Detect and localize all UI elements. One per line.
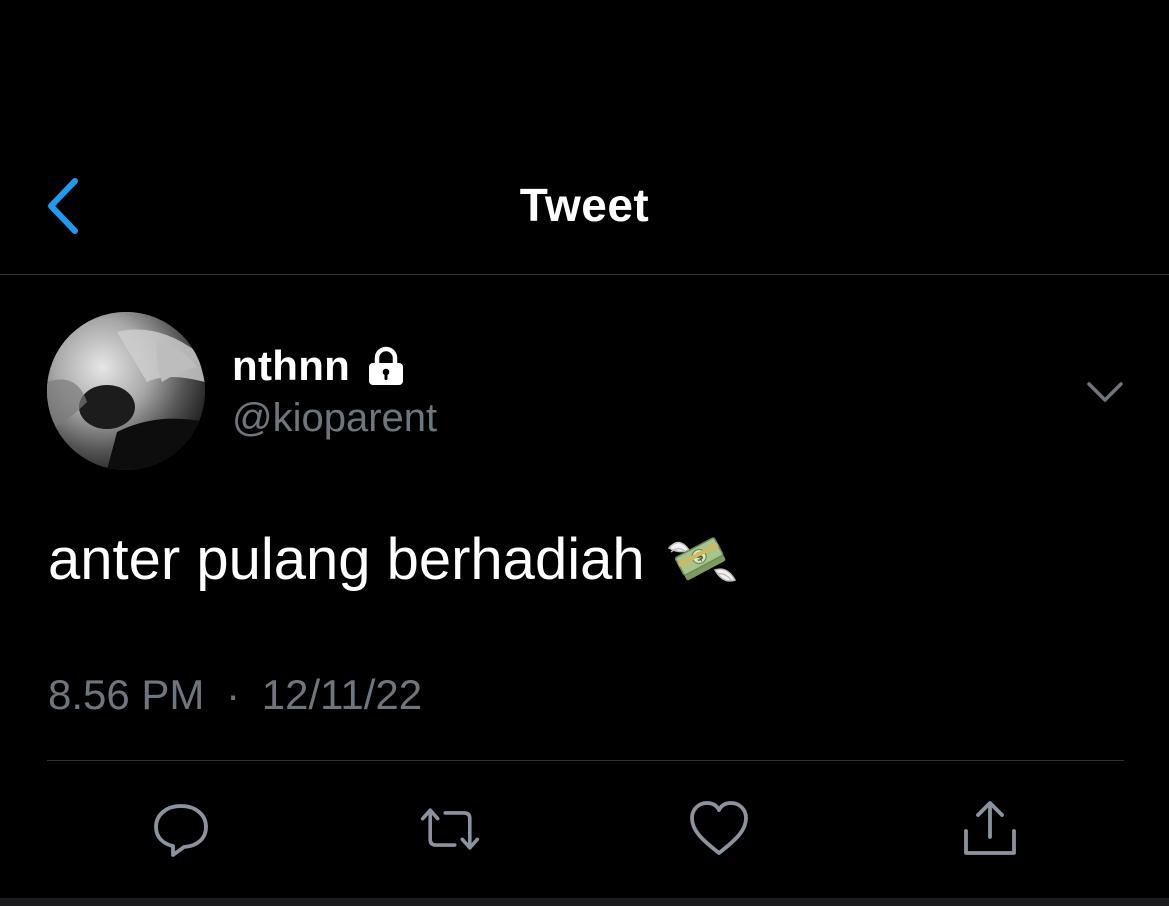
page-title: Tweet [519, 179, 650, 231]
actions-divider [47, 760, 1124, 761]
author-display-name[interactable]: nthnn [232, 342, 350, 390]
money-with-wings-emoji: $ [665, 530, 737, 590]
tweet-text: anter pulang berhadiah [48, 527, 645, 592]
retweet-icon [420, 808, 480, 850]
timestamp-separator: · [226, 671, 241, 718]
bottom-edge [0, 898, 1169, 906]
author-handle[interactable]: @kioparent [232, 396, 437, 441]
share-icon [964, 801, 1016, 855]
like-button[interactable] [686, 796, 752, 862]
author-name-row: nthnn [232, 338, 408, 394]
chevron-down-icon [1087, 382, 1123, 402]
tweet-timestamp: 8.56 PM · 12/11/22 [48, 671, 422, 719]
heart-icon [690, 801, 748, 855]
speech-bubble-icon [154, 804, 208, 857]
lock-icon [364, 344, 408, 388]
top-navigation-bar: Tweet [0, 0, 1169, 274]
more-options-button[interactable] [1082, 372, 1128, 412]
avatar-image [47, 312, 205, 470]
share-button[interactable] [957, 796, 1023, 862]
tweet-time: 8.56 PM [48, 671, 205, 718]
reply-button[interactable] [148, 796, 214, 862]
tweet-body: anter pulang berhadiah $ [48, 526, 737, 593]
retweet-button[interactable] [417, 796, 483, 862]
header-divider [0, 274, 1169, 275]
avatar[interactable] [47, 312, 205, 470]
tweet-date: 12/11/22 [261, 671, 423, 718]
